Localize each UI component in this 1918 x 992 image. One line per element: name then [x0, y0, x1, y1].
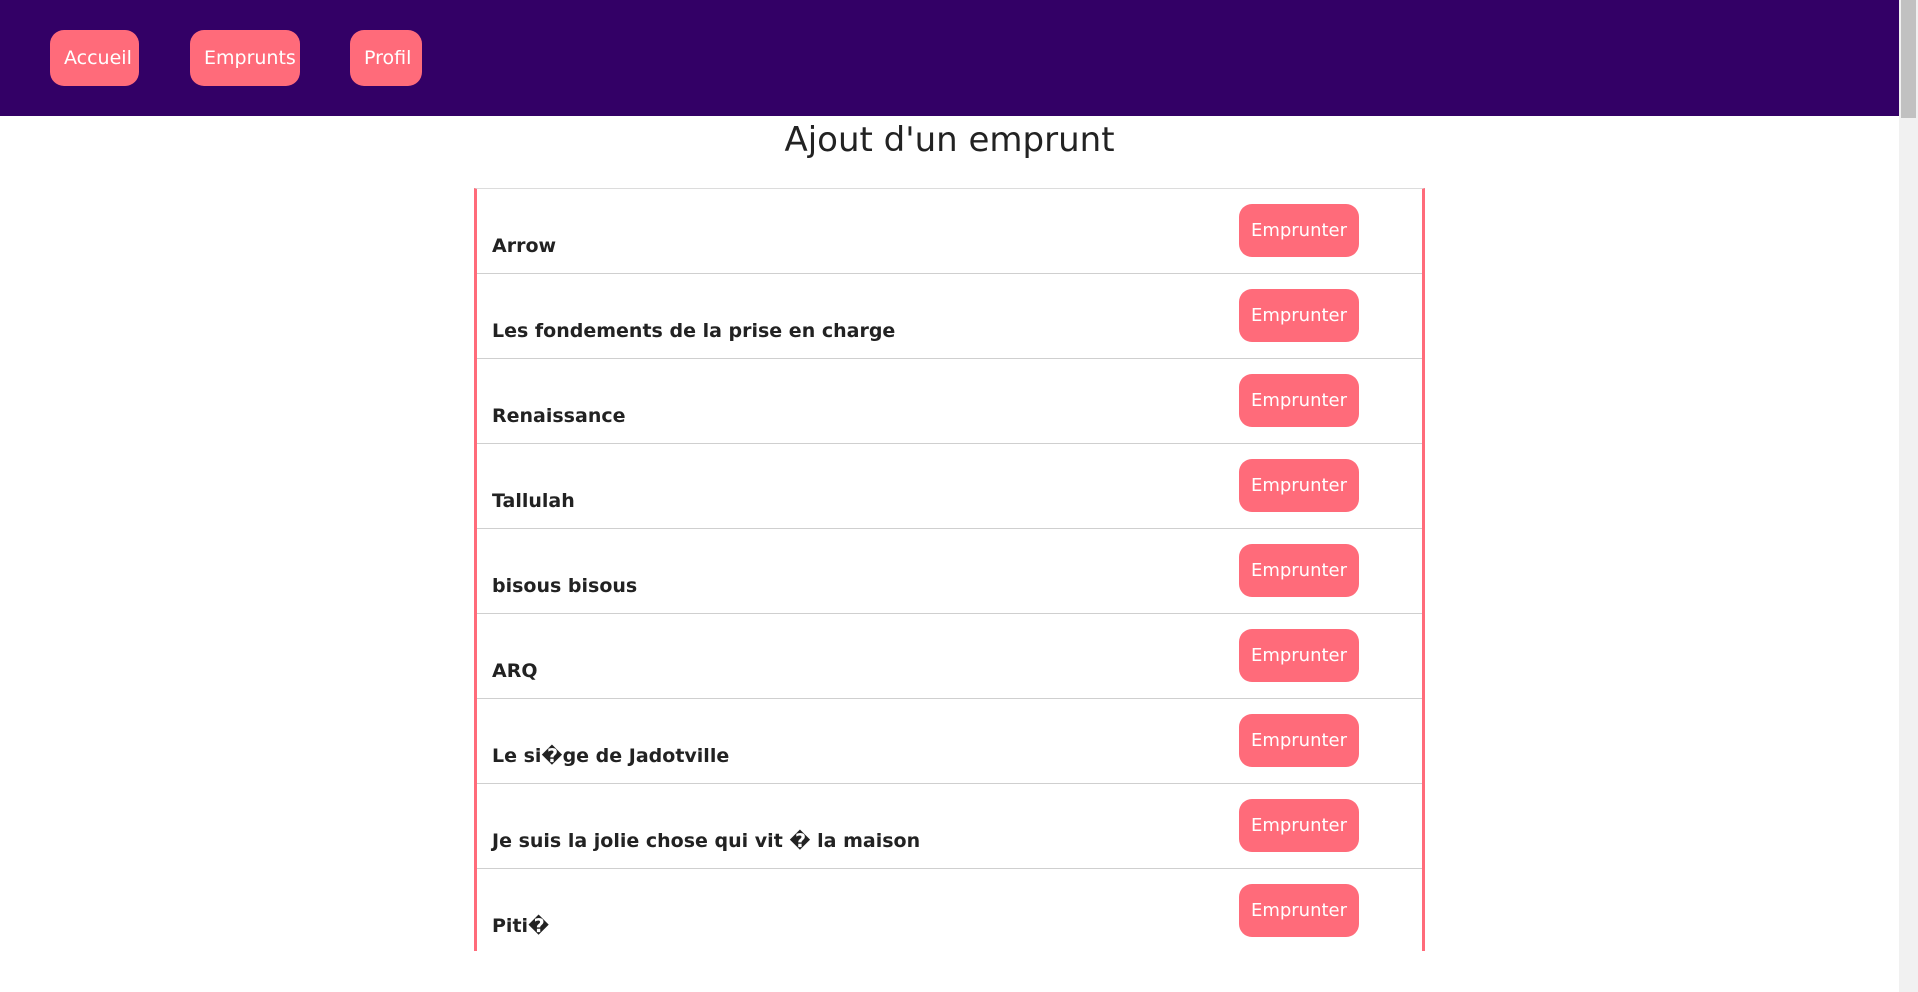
emprunter-button[interactable]: Emprunter [1239, 714, 1359, 767]
list-item: Renaissance Emprunter [477, 359, 1422, 444]
book-title: Piti� [492, 915, 550, 937]
list-item: ARQ Emprunter [477, 614, 1422, 699]
book-title: Tallulah [492, 490, 575, 512]
list-item: Les fondements de la prise en charge Emp… [477, 274, 1422, 359]
page-title: Ajout d'un emprunt [784, 120, 1115, 160]
list-item: Piti� Emprunter [477, 869, 1422, 954]
list-item: Je suis la jolie chose qui vit � la mais… [477, 784, 1422, 869]
book-title: Le si�ge de Jadotville [492, 745, 730, 767]
emprunter-button[interactable]: Emprunter [1239, 204, 1359, 257]
emprunter-button[interactable]: Emprunter [1239, 289, 1359, 342]
emprunter-button[interactable]: Emprunter [1239, 374, 1359, 427]
nav-accueil-button[interactable]: Accueil [50, 30, 139, 86]
book-title: bisous bisous [492, 575, 638, 597]
list-item: Le si�ge de Jadotville Emprunter [477, 699, 1422, 784]
top-navbar: Accueil Emprunts Profil [0, 0, 1899, 116]
book-title: Arrow [492, 235, 557, 257]
book-title: Renaissance [492, 405, 626, 427]
nav-profil-button[interactable]: Profil [350, 30, 422, 86]
book-title: Les fondements de la prise en charge [492, 320, 896, 342]
book-title: ARQ [492, 660, 538, 682]
scrollbar-thumb[interactable] [1901, 0, 1916, 118]
page-scrollbar[interactable] [1899, 0, 1918, 992]
bottom-strip [0, 951, 1899, 992]
book-title: Je suis la jolie chose qui vit � la mais… [492, 830, 921, 852]
emprunter-button[interactable]: Emprunter [1239, 544, 1359, 597]
emprunter-button[interactable]: Emprunter [1239, 459, 1359, 512]
nav-emprunts-button[interactable]: Emprunts [190, 30, 300, 86]
list-item: Tallulah Emprunter [477, 444, 1422, 529]
book-list: Arrow Emprunter Les fondements de la pri… [474, 188, 1425, 992]
emprunter-button[interactable]: Emprunter [1239, 884, 1359, 937]
emprunter-button[interactable]: Emprunter [1239, 799, 1359, 852]
emprunter-button[interactable]: Emprunter [1239, 629, 1359, 682]
list-item: bisous bisous Emprunter [477, 529, 1422, 614]
list-item: Arrow Emprunter [477, 189, 1422, 274]
